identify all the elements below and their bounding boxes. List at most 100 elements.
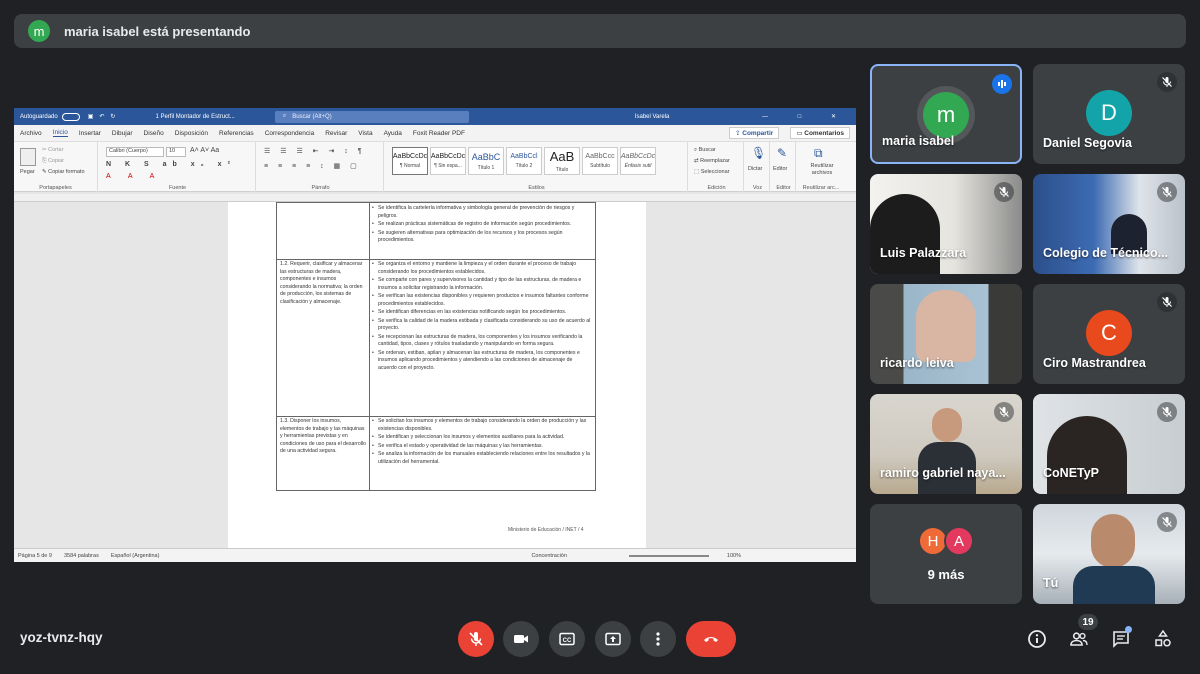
menu-dibujar: Dibujar bbox=[111, 129, 133, 137]
align-icons: ≡ ≡ ≡ ≡ ↕ ▦ ▢ bbox=[264, 163, 361, 170]
meeting-info-button[interactable] bbox=[1022, 624, 1052, 654]
clipboard-group: Pegar ✂ Cortar ⎘ Copiar ✎ Copiar formato… bbox=[14, 142, 98, 192]
paste-icon bbox=[20, 148, 36, 166]
select-button: ⬚ Seleccionar bbox=[694, 169, 730, 175]
video-feed bbox=[1047, 416, 1127, 494]
tile-more-participants[interactable]: H A 9 más bbox=[870, 504, 1022, 604]
list-item: Se sugieren alternativas para optimizaci… bbox=[372, 230, 592, 245]
format-painter-label: ✎ Copiar formato bbox=[42, 169, 85, 175]
replace-button: ⇄ Reemplazar bbox=[694, 158, 730, 164]
styles-label: Estilos bbox=[528, 185, 545, 191]
participant-name: ricardo leiva bbox=[880, 356, 954, 370]
tile-ricardo-leiva[interactable]: ricardo leiva bbox=[870, 284, 1022, 384]
video-feed bbox=[1091, 514, 1135, 568]
font-group: Calibri (Cuerpo) 10 A˄ A˅ Aa N K S ab x₂… bbox=[100, 142, 256, 192]
menu-disposicion: Disposición bbox=[174, 129, 208, 137]
info-icon bbox=[1028, 630, 1046, 648]
list-item: Se verifica la calidad de la madera esti… bbox=[372, 318, 592, 333]
tile-daniel-segovia[interactable]: D Daniel Segovia bbox=[1033, 64, 1185, 164]
zoom-slider bbox=[628, 554, 709, 557]
avatar: C bbox=[1086, 310, 1132, 356]
video-feed bbox=[916, 290, 976, 362]
editor-name: Editor bbox=[773, 166, 788, 172]
tile-maria-isabel[interactable]: m maria isabel bbox=[870, 64, 1022, 164]
tile-self[interactable]: Tú bbox=[1033, 504, 1185, 604]
tile-ciro-mastrandrea[interactable]: C Ciro Mastrandrea bbox=[1033, 284, 1185, 384]
mic-off-icon bbox=[994, 182, 1014, 202]
tile-colegio-tecnicos[interactable]: Colegio de Técnico... bbox=[1033, 174, 1185, 274]
reuse-group: ⧉ Reutilizar archivos Reutilizar arc... bbox=[798, 142, 844, 192]
page-count: Página 5 de 9 bbox=[18, 552, 52, 559]
camera-toggle-button[interactable] bbox=[503, 621, 539, 657]
activities-button[interactable] bbox=[1148, 624, 1178, 654]
present-screen-button[interactable] bbox=[595, 621, 631, 657]
captions-button[interactable]: CC bbox=[549, 621, 585, 657]
mic-off-icon bbox=[469, 632, 483, 646]
list-item: Se recepcionan las estructuras de madera… bbox=[372, 334, 592, 349]
participant-name: Luis Palazzara bbox=[880, 246, 967, 260]
menu-ayuda: Ayuda bbox=[383, 129, 402, 137]
list-item: Se identifican y seleccionan los insumos… bbox=[372, 434, 592, 442]
avatar: D bbox=[1086, 90, 1132, 136]
tile-ramiro-gabriel[interactable]: ramiro gabriel naya... bbox=[870, 394, 1022, 494]
presenting-text: maria isabel está presentando bbox=[64, 23, 251, 39]
mic-off-icon bbox=[1157, 72, 1177, 92]
font-size-box: 10 bbox=[166, 147, 186, 157]
list-item: Se comparte con pares y supervisores la … bbox=[372, 277, 592, 292]
list-item: Se organiza el entorno y mantiene la lim… bbox=[372, 261, 592, 276]
activities-icon bbox=[1155, 629, 1171, 647]
list-item: Se identifican diferencias en las existe… bbox=[372, 309, 592, 317]
tile-conetyp[interactable]: CoNETyP bbox=[1033, 394, 1185, 494]
avatar: A bbox=[944, 526, 974, 556]
menu-referencias: Referencias bbox=[219, 129, 254, 137]
video-body bbox=[1073, 566, 1155, 604]
share-button: ⇪ Compartir bbox=[728, 127, 780, 139]
user-name: Isabel Varela bbox=[634, 113, 670, 120]
menu-vista: Vista bbox=[358, 129, 373, 137]
list-item: Se realizan prácticas sistemáticas de re… bbox=[372, 221, 592, 229]
more-count: 9 más bbox=[927, 567, 965, 582]
redo-icon: ↻ bbox=[110, 114, 116, 120]
meeting-code: yoz-tvnz-hqy bbox=[20, 630, 103, 645]
search-icon: ⌕ bbox=[282, 113, 287, 119]
word-count: 3584 palabras bbox=[63, 552, 99, 559]
participant-name: Tú bbox=[1043, 576, 1059, 590]
copy-label: ⎘ Copiar bbox=[42, 158, 65, 164]
table-cell-r0-right: Se identifica la cartelería informativa … bbox=[369, 202, 596, 260]
tile-luis-palazzara[interactable]: Luis Palazzara bbox=[870, 174, 1022, 274]
word-search-box: ⌕ Buscar (Alt+Q) bbox=[274, 110, 469, 123]
font-name-box: Calibri (Cuerpo) bbox=[106, 147, 164, 157]
microphone-icon: 🎙 bbox=[751, 146, 767, 160]
people-count-badge: 19 bbox=[1078, 614, 1098, 630]
participant-name: Ciro Mastrandrea bbox=[1043, 356, 1146, 370]
editor-group: ✎ Editor Editor bbox=[772, 142, 796, 192]
camera-icon bbox=[514, 635, 528, 643]
reuse-files-icon: ⧉ bbox=[814, 146, 823, 160]
voice-label: Voz bbox=[752, 185, 763, 191]
ruler bbox=[14, 194, 856, 202]
participant-name: Colegio de Técnico... bbox=[1043, 246, 1169, 260]
word-menubar: Archivo Inicio Insertar Dibujar Diseño D… bbox=[14, 125, 856, 142]
list-item: Se identifica la cartelería informativa … bbox=[372, 205, 592, 220]
document-page: Se identifica la cartelería informativa … bbox=[228, 202, 646, 548]
mic-off-icon bbox=[1157, 402, 1177, 422]
participant-name: CoNETyP bbox=[1043, 466, 1100, 480]
zoom-level: 100% bbox=[726, 552, 741, 559]
leave-call-button[interactable] bbox=[686, 621, 736, 657]
menu-inicio: Inicio bbox=[52, 129, 68, 137]
paragraph-group: ☰ ☰ ☰ ⇤ ⇥ ↕ ¶ ≡ ≡ ≡ ≡ ↕ ▦ ▢ Párrafo bbox=[258, 142, 384, 192]
participant-name: Daniel Segovia bbox=[1043, 136, 1132, 150]
mic-toggle-button[interactable] bbox=[458, 621, 494, 657]
list-item: Se verifican las existencias disponibles… bbox=[372, 293, 592, 308]
font-label: Fuente bbox=[168, 185, 187, 191]
captions-icon: CC bbox=[559, 632, 575, 646]
styles-group: AaBbCcDc ¶ Normal AaBbCcDc ¶ Sin espa... A… bbox=[386, 142, 688, 192]
menu-foxit: Foxit Reader PDF bbox=[412, 129, 465, 137]
list-item: Se analiza la información de los manuale… bbox=[372, 451, 592, 466]
svg-text:CC: CC bbox=[563, 638, 572, 644]
participant-name: maria isabel bbox=[882, 134, 955, 148]
list-item: Se verifica el estado y operatividad de … bbox=[372, 443, 592, 451]
avatar: m bbox=[923, 92, 969, 138]
paragraph-label: Párrafo bbox=[311, 185, 330, 191]
more-options-button[interactable] bbox=[640, 621, 676, 657]
